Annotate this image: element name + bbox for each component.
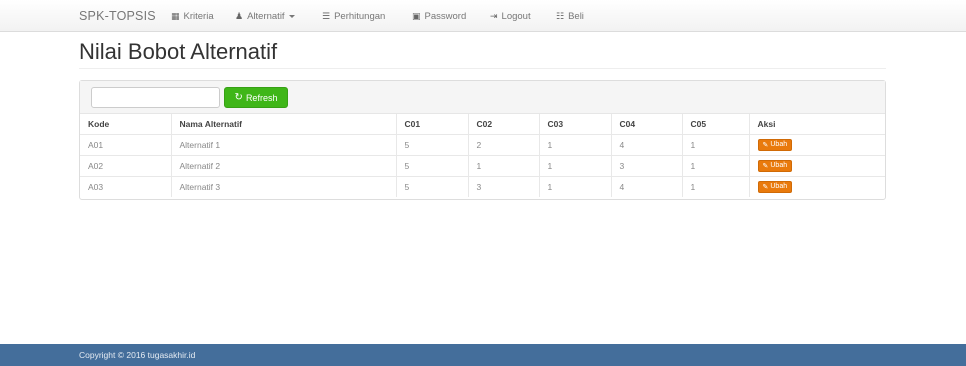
nav-beli[interactable]: ☷ Beli [556,11,584,22]
cell-c05: 1 [681,175,749,197]
cell-c02: 3 [467,175,539,197]
alternatif-table: Kode Nama Alternatif C01 C02 C03 C04 C05… [80,114,885,197]
nav-logout-label: Logout [501,11,531,22]
edit-button[interactable]: ✎ Ubah [757,180,793,193]
nav-logout[interactable]: ⇥ Logout [490,11,531,22]
cell-c03: 1 [538,175,611,197]
cell-c03: 1 [538,154,611,176]
lock-icon: ▣ [412,11,421,21]
user-icon: ♟ [235,11,244,21]
cart-icon: ☷ [556,11,565,21]
title-divider [79,68,886,69]
cell-c01: 5 [395,133,468,155]
nav-password[interactable]: ▣ Password [412,11,466,22]
cell-c05: 1 [681,133,749,155]
refresh-button[interactable]: ↻ Refresh [224,87,288,108]
edit-label: Ubah [770,141,788,148]
header-c04: C04 [610,114,682,134]
edit-button[interactable]: ✎ Ubah [757,138,793,151]
refresh-label: Refresh [245,92,278,103]
header-c02: C02 [467,114,539,134]
list-icon: ☰ [322,11,331,21]
search-input[interactable] [91,87,220,108]
th-large-icon: ▦ [171,11,180,21]
page-title: Nilai Bobot Alternatif [79,39,278,64]
edit-label: Ubah [770,183,788,191]
header-aksi: Aksi [748,114,885,134]
cell-aksi: ✎ Ubah [748,133,885,155]
cell-c01: 5 [395,154,468,176]
edit-icon: ✎ [762,141,769,149]
caret-down-icon [288,15,295,18]
cell-c04: 4 [610,133,682,155]
cell-c01: 5 [395,175,468,197]
nav-perhitungan[interactable]: ☰ Perhitungan [322,11,385,22]
header-nama: Nama Alternatif [170,114,396,134]
header-c03: C03 [538,114,611,134]
edit-icon: ✎ [762,162,769,170]
table-row: A01 Alternatif 1 5 2 1 4 1 ✎ Ubah [80,133,885,155]
edit-label: Ubah [770,162,788,169]
navbar: SPK-TOPSIS ▦ Kriteria ♟ Alternatif ☰ Per… [0,0,966,32]
nav-kriteria[interactable]: ▦ Kriteria [171,11,214,22]
table-row: A03 Alternatif 3 5 3 1 4 1 ✎ Ubah [80,175,885,197]
brand-link[interactable]: SPK-TOPSIS [79,9,156,23]
cell-c02: 2 [467,133,539,155]
cell-aksi: ✎ Ubah [748,175,885,197]
cell-kode: A01 [80,133,171,155]
header-c01: C01 [395,114,468,134]
log-out-icon: ⇥ [490,11,498,21]
copyright-text: Copyright © 2016 tugasakhir.id [79,350,196,360]
header-kode: Kode [88,118,110,129]
cell-nama: Alternatif 1 [170,133,396,155]
refresh-icon: ↻ [234,91,243,103]
cell-nama: Alternatif 2 [170,154,396,176]
nav-perhitungan-label: Perhitungan [334,11,386,22]
cell-aksi: ✎ Ubah [748,154,885,176]
cell-c04: 4 [610,175,682,197]
header-c05: C05 [681,114,749,134]
nav-alternatif-label: Alternatif [247,11,285,22]
cell-kode: A02 [80,154,171,176]
nav-kriteria-label: Kriteria [183,11,214,22]
nav-beli-label: Beli [568,11,584,22]
table-row: A02 Alternatif 2 5 1 1 3 1 ✎ Ubah [80,154,885,176]
table-header-row: Kode Nama Alternatif C01 C02 C03 C04 C05… [80,114,885,134]
nav-alternatif-dropdown[interactable]: ♟ Alternatif [235,11,295,22]
cell-c04: 3 [610,154,682,176]
footer: Copyright © 2016 tugasakhir.id [0,344,966,366]
data-panel: ↻ Refresh Kode Nama Alternatif C01 C02 C… [79,80,886,200]
cell-kode: A03 [80,175,171,197]
cell-c02: 1 [467,154,539,176]
panel-toolbar: ↻ Refresh [80,81,885,114]
cell-nama: Alternatif 3 [170,175,396,197]
edit-icon: ✎ [762,183,769,191]
cell-c05: 1 [681,154,749,176]
cell-c03: 1 [538,133,611,155]
edit-button[interactable]: ✎ Ubah [757,159,793,172]
nav-password-label: Password [424,11,467,22]
